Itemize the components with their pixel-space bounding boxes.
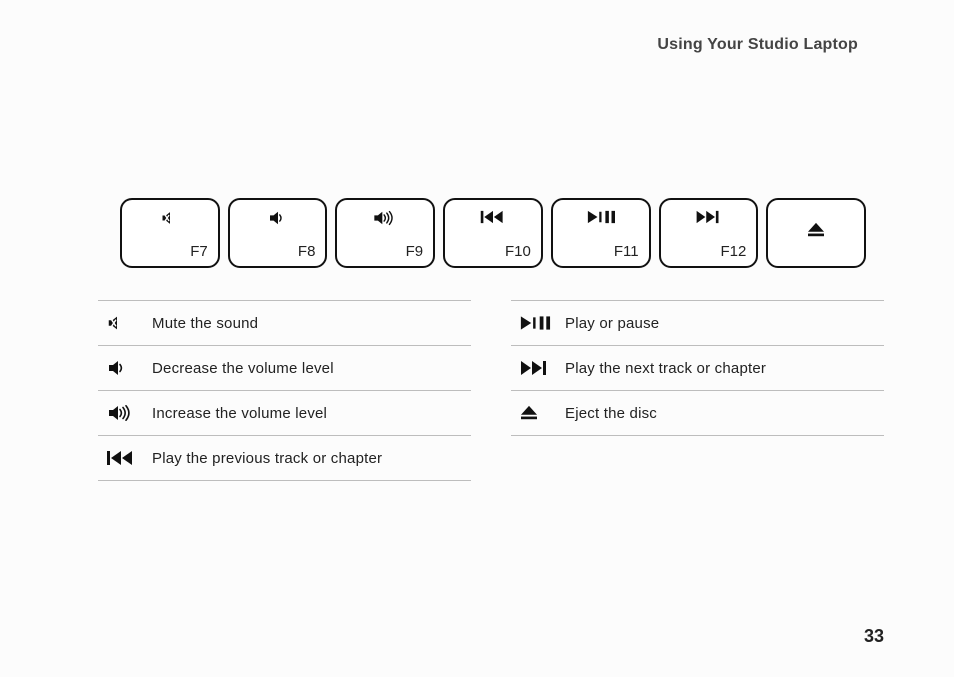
legend-row: Decrease the volume level xyxy=(98,346,471,391)
legend-text: Mute the sound xyxy=(152,315,258,332)
next-track-icon xyxy=(694,210,722,224)
legend-text: Play the next track or chapter xyxy=(565,360,766,377)
mute-icon xyxy=(106,314,152,332)
play-pause-icon xyxy=(586,210,616,224)
legend-text: Play or pause xyxy=(565,315,659,332)
key-label: F7 xyxy=(190,243,208,260)
key-f9: F9 xyxy=(335,198,435,268)
legend-row: Eject the disc xyxy=(511,391,884,436)
volume-down-icon xyxy=(106,359,152,377)
legend: Mute the sound Decrease the volume level… xyxy=(98,300,884,481)
volume-up-icon xyxy=(371,210,399,226)
page-number-value: 33 xyxy=(864,626,884,646)
key-label: F10 xyxy=(505,243,531,260)
mute-icon xyxy=(160,210,180,226)
key-label: F12 xyxy=(720,243,746,260)
key-label: F11 xyxy=(614,243,639,260)
legend-left-column: Mute the sound Decrease the volume level… xyxy=(98,300,471,481)
page-header: Using Your Studio Laptop xyxy=(657,36,858,54)
legend-row: Play the previous track or chapter xyxy=(98,436,471,481)
page-number: 33 xyxy=(864,626,884,647)
key-label: F9 xyxy=(406,243,424,260)
key-f7: F7 xyxy=(120,198,220,268)
function-keys-row: F7 F8 F9 F10 F11 xyxy=(120,198,866,268)
prev-track-icon xyxy=(106,450,152,466)
legend-text: Eject the disc xyxy=(565,405,657,422)
eject-icon xyxy=(519,405,565,421)
legend-row: Increase the volume level xyxy=(98,391,471,436)
manual-page: Using Your Studio Laptop F7 F8 F9 F10 xyxy=(0,0,954,677)
key-f10: F10 xyxy=(443,198,543,268)
legend-row: Play or pause xyxy=(511,300,884,346)
legend-text: Play the previous track or chapter xyxy=(152,450,382,467)
legend-row: Mute the sound xyxy=(98,300,471,346)
legend-row: Play the next track or chapter xyxy=(511,346,884,391)
volume-up-icon xyxy=(106,404,152,422)
play-pause-icon xyxy=(519,315,565,331)
header-title: Using Your Studio Laptop xyxy=(657,36,858,53)
volume-down-icon xyxy=(267,210,289,226)
key-f12: F12 xyxy=(659,198,759,268)
legend-text: Increase the volume level xyxy=(152,405,327,422)
next-track-icon xyxy=(519,360,565,376)
key-eject xyxy=(766,198,866,268)
key-f11: F11 xyxy=(551,198,651,268)
prev-track-icon xyxy=(479,210,507,224)
legend-right-column: Play or pause Play the next track or cha… xyxy=(511,300,884,481)
key-f8: F8 xyxy=(228,198,328,268)
legend-text: Decrease the volume level xyxy=(152,360,334,377)
eject-icon xyxy=(806,222,826,238)
key-label: F8 xyxy=(298,243,316,260)
